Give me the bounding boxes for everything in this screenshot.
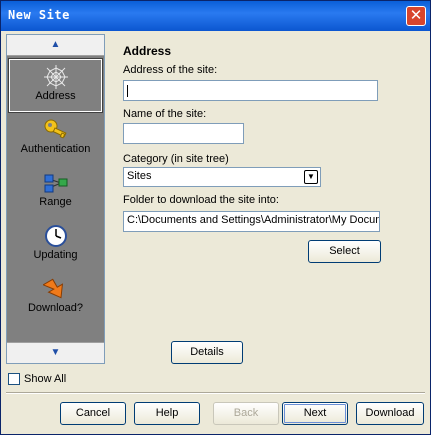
category-select[interactable]: Sites ▼ (123, 167, 321, 187)
network-nodes-icon (7, 170, 104, 194)
folder-path-value: C:\Documents and Settings\Administrator\… (127, 214, 380, 226)
close-icon: ✕ (409, 6, 423, 24)
sidebar-item-range[interactable]: Range (7, 166, 104, 219)
address-input[interactable] (123, 80, 378, 101)
sidebar-item-updating[interactable]: Updating (7, 219, 104, 272)
sidebar-item-label: Address (35, 90, 76, 102)
sidebar-item-download[interactable]: Download? (7, 272, 104, 325)
sidebar: ▲ Address Authentication Range Updating … (6, 34, 105, 364)
show-all-label: Show All (24, 373, 67, 385)
folder-path-input[interactable]: C:\Documents and Settings\Administrator\… (123, 211, 380, 232)
footer-divider (6, 392, 425, 394)
sidebar-item-label: Download? (27, 302, 84, 314)
spider-web-icon (10, 64, 101, 89)
sidebar-item-label: Range (39, 196, 72, 208)
clock-icon (7, 223, 104, 247)
sidebar-item-address[interactable]: Address (8, 58, 103, 113)
select-folder-button[interactable]: Select (308, 240, 381, 263)
sidebar-item-label: Authentication (20, 143, 91, 155)
category-selected-value: Sites (127, 170, 152, 182)
new-site-dialog: New Site ✕ ▲ Address Authentication Rang… (0, 0, 431, 435)
site-name-label: Name of the site: (123, 108, 207, 120)
sidebar-scroll-up-button[interactable]: ▲ (7, 35, 104, 56)
address-label: Address of the site: (123, 64, 218, 76)
folder-label: Folder to download the site into: (123, 194, 279, 206)
sidebar-item-label: Updating (33, 249, 78, 261)
arrow-download-icon (7, 276, 104, 300)
details-button[interactable]: Details (171, 341, 243, 364)
show-all-checkbox[interactable] (8, 373, 20, 385)
page-title: Address (123, 44, 172, 58)
category-label: Category (in site tree) (123, 153, 229, 165)
help-button[interactable]: Help (134, 402, 200, 425)
download-button[interactable]: Download (356, 402, 424, 425)
key-icon (7, 117, 104, 141)
chevron-down-icon[interactable]: ▼ (304, 170, 318, 184)
site-name-input[interactable] (123, 123, 244, 144)
window-title: New Site (8, 8, 70, 22)
chevron-down-icon: ▼ (50, 347, 61, 358)
close-button[interactable]: ✕ (406, 6, 426, 26)
text-caret (127, 85, 128, 97)
title-bar[interactable]: New Site ✕ (1, 1, 430, 31)
cancel-button[interactable]: Cancel (60, 402, 126, 425)
sidebar-item-authentication[interactable]: Authentication (7, 113, 104, 166)
sidebar-scroll-down-button[interactable]: ▼ (7, 342, 104, 363)
chevron-up-icon: ▲ (50, 39, 61, 50)
next-button[interactable]: Next (282, 402, 348, 425)
back-button[interactable]: Back (213, 402, 279, 425)
